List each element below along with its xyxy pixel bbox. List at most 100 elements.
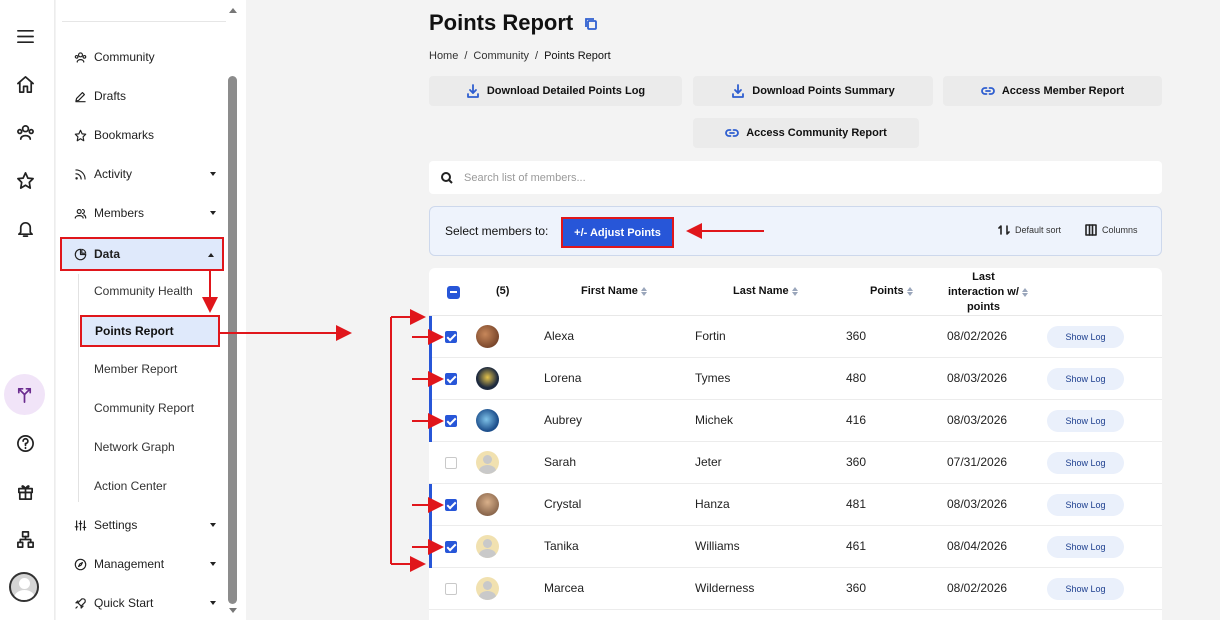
table-row[interactable]: Alexa Fortin 360 08/02/2026 Show Log	[429, 316, 1162, 358]
chevron-down-icon[interactable]	[210, 562, 216, 566]
cell-last-interaction: 08/02/2026	[947, 329, 1008, 343]
cell-last-interaction: 08/03/2026	[947, 413, 1008, 427]
sidebar-subitem-action-center[interactable]: Action Center	[94, 476, 167, 496]
community-icon[interactable]	[12, 119, 38, 145]
sidebar-item-quick-start[interactable]: Quick Start	[62, 586, 224, 620]
adjust-points-button[interactable]: +/- Adjust Points	[561, 217, 674, 248]
access-community-report-button[interactable]: Access Community Report	[693, 118, 919, 148]
members-icon	[72, 205, 88, 221]
search-input[interactable]	[464, 171, 1114, 184]
row-checkbox[interactable]	[445, 583, 457, 595]
header-last-interaction[interactable]: Last interaction w/ points	[948, 270, 1028, 315]
member-avatar	[476, 577, 499, 600]
breadcrumb-home[interactable]: Home	[429, 50, 458, 62]
row-checkbox[interactable]	[445, 541, 457, 553]
table-row[interactable]: Sarah Jeter 360 07/31/2026 Show Log	[429, 442, 1162, 484]
sidebar-item-data[interactable]: Data	[60, 237, 224, 271]
sidebar-item-drafts[interactable]: Drafts	[62, 79, 224, 113]
cell-points: 416	[846, 413, 867, 427]
chevron-down-icon[interactable]	[210, 172, 216, 176]
show-log-button[interactable]: Show Log	[1047, 494, 1124, 516]
table-row[interactable]: Crystal Hanza 481 08/03/2026 Show Log	[429, 484, 1162, 526]
sidebar-item-activity[interactable]: Activity	[62, 157, 224, 191]
select-all-checkbox[interactable]	[447, 286, 460, 299]
sidebar-item-settings[interactable]: Settings	[62, 508, 224, 542]
copy-icon[interactable]	[584, 17, 598, 31]
cell-first-name: Tanika	[544, 539, 579, 553]
cell-first-name: Alexa	[544, 329, 575, 343]
cell-last-interaction: 08/03/2026	[947, 497, 1008, 511]
sidebar-subitem-network-graph[interactable]: Network Graph	[94, 437, 175, 457]
download-points-summary-button[interactable]: Download Points Summary	[693, 76, 933, 106]
bell-icon[interactable]	[12, 215, 38, 241]
sidebar-item-members[interactable]: Members	[62, 196, 224, 230]
cell-last-name: Wilderness	[695, 581, 755, 595]
home-icon[interactable]	[12, 71, 38, 97]
sidebar-subitem-points-report[interactable]: Points Report	[80, 315, 220, 347]
header-last-name[interactable]: Last Name	[733, 285, 798, 297]
sort-icon[interactable]	[1021, 288, 1028, 297]
scroll-down-arrow[interactable]	[229, 608, 237, 613]
row-checkbox[interactable]	[445, 499, 457, 511]
scroll-up-arrow[interactable]	[229, 8, 237, 13]
sort-icon[interactable]	[906, 286, 913, 296]
cell-first-name: Sarah	[544, 455, 577, 469]
show-log-button[interactable]: Show Log	[1047, 410, 1124, 432]
sidebar-item-management[interactable]: Management	[62, 547, 224, 581]
show-log-button[interactable]: Show Log	[1047, 578, 1124, 600]
chevron-up-icon[interactable]	[208, 253, 214, 257]
table-row[interactable]: Tanika Williams 461 08/04/2026 Show Log	[429, 526, 1162, 568]
help-icon[interactable]	[12, 430, 38, 456]
community-icon	[72, 49, 88, 65]
branch-icon[interactable]	[4, 374, 45, 415]
gift-icon[interactable]	[12, 478, 38, 504]
show-log-button[interactable]: Show Log	[1047, 326, 1124, 348]
table-row[interactable]: Lorena Tymes 480 08/03/2026 Show Log	[429, 358, 1162, 400]
selected-indicator	[429, 526, 432, 568]
row-checkbox[interactable]	[445, 415, 457, 427]
sort-icon[interactable]	[791, 286, 798, 296]
show-log-button[interactable]: Show Log	[1047, 452, 1124, 474]
row-checkbox[interactable]	[445, 331, 457, 343]
link-icon	[981, 87, 995, 95]
sort-icon[interactable]	[640, 286, 647, 296]
cell-last-name: Tymes	[695, 371, 731, 385]
download-detailed-log-button[interactable]: Download Detailed Points Log	[429, 76, 682, 106]
show-log-button[interactable]: Show Log	[1047, 536, 1124, 558]
show-log-button[interactable]: Show Log	[1047, 368, 1124, 390]
table-row[interactable]: Aubrey Michek 416 08/03/2026 Show Log	[429, 400, 1162, 442]
row-checkbox[interactable]	[445, 373, 457, 385]
rss-icon	[72, 166, 88, 182]
header-points[interactable]: Points	[870, 285, 913, 297]
cell-points: 480	[846, 371, 867, 385]
default-sort-control[interactable]: Default sort	[998, 224, 1061, 236]
sidebar-item-bookmarks[interactable]: Bookmarks	[62, 118, 224, 152]
sidebar-subitem-community-health[interactable]: Community Health	[94, 281, 193, 301]
member-avatar	[476, 493, 499, 516]
sidebar-scrollbar[interactable]	[228, 76, 237, 604]
user-avatar[interactable]	[9, 572, 39, 602]
sidebar-subitem-community-report[interactable]: Community Report	[94, 398, 194, 418]
pie-chart-icon	[72, 246, 88, 262]
header-first-name[interactable]: First Name	[581, 285, 647, 297]
network-icon[interactable]	[12, 526, 38, 552]
chevron-down-icon[interactable]	[210, 523, 216, 527]
members-table: (5) First Name Last Name Points Last int…	[429, 268, 1162, 620]
star-icon	[72, 127, 88, 143]
star-icon[interactable]	[12, 167, 38, 193]
columns-control[interactable]: Columns	[1085, 224, 1138, 236]
table-row[interactable]: Marcea Wilderness 360 08/02/2026 Show Log	[429, 568, 1162, 610]
hamburger-menu-icon[interactable]	[12, 23, 38, 49]
row-checkbox[interactable]	[445, 457, 457, 469]
chevron-down-icon[interactable]	[210, 601, 216, 605]
selection-toolbar: Select members to: +/- Adjust Points Def…	[429, 206, 1162, 256]
sidebar-item-community[interactable]: Community	[62, 40, 224, 74]
cell-last-name: Fortin	[695, 329, 726, 343]
cell-last-interaction: 08/02/2026	[947, 581, 1008, 595]
sidebar-subitem-member-report[interactable]: Member Report	[94, 359, 177, 379]
cell-last-interaction: 08/04/2026	[947, 539, 1008, 553]
chevron-down-icon[interactable]	[210, 211, 216, 215]
access-member-report-button[interactable]: Access Member Report	[943, 76, 1162, 106]
breadcrumb-community[interactable]: Community	[473, 50, 529, 62]
rocket-icon	[72, 595, 88, 611]
